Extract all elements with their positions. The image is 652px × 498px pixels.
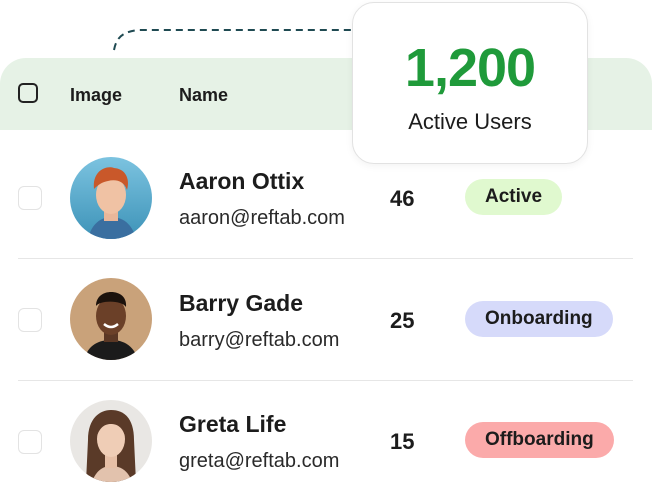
select-all-checkbox[interactable]	[18, 83, 38, 103]
user-name: Barry Gade	[179, 290, 304, 316]
row-divider	[18, 258, 633, 259]
column-header-image: Image	[70, 85, 123, 105]
row-checkbox[interactable]	[18, 308, 42, 332]
user-count: 15	[390, 429, 415, 454]
row-checkbox[interactable]	[18, 186, 42, 210]
status-badge: Offboarding	[465, 422, 614, 458]
active-users-card: 1,200 Active Users	[352, 2, 588, 164]
user-count: 46	[390, 186, 415, 211]
avatar	[70, 278, 152, 360]
status-badge: Onboarding	[465, 301, 613, 337]
user-name: Greta Life	[179, 411, 287, 437]
row-checkbox[interactable]	[18, 430, 42, 454]
user-count: 25	[390, 308, 415, 333]
status-badge: Active	[465, 179, 563, 215]
user-email: greta@reftab.com	[179, 450, 340, 472]
active-users-count: 1,200	[404, 38, 536, 98]
user-name: Aaron Ottix	[179, 168, 305, 194]
active-users-label: Active Users	[408, 109, 532, 134]
user-email: barry@reftab.com	[179, 329, 340, 351]
column-header-name: Name	[179, 85, 229, 105]
user-email: aaron@reftab.com	[179, 207, 345, 229]
row-divider	[18, 380, 633, 381]
avatar	[70, 400, 152, 482]
avatar	[70, 157, 152, 239]
